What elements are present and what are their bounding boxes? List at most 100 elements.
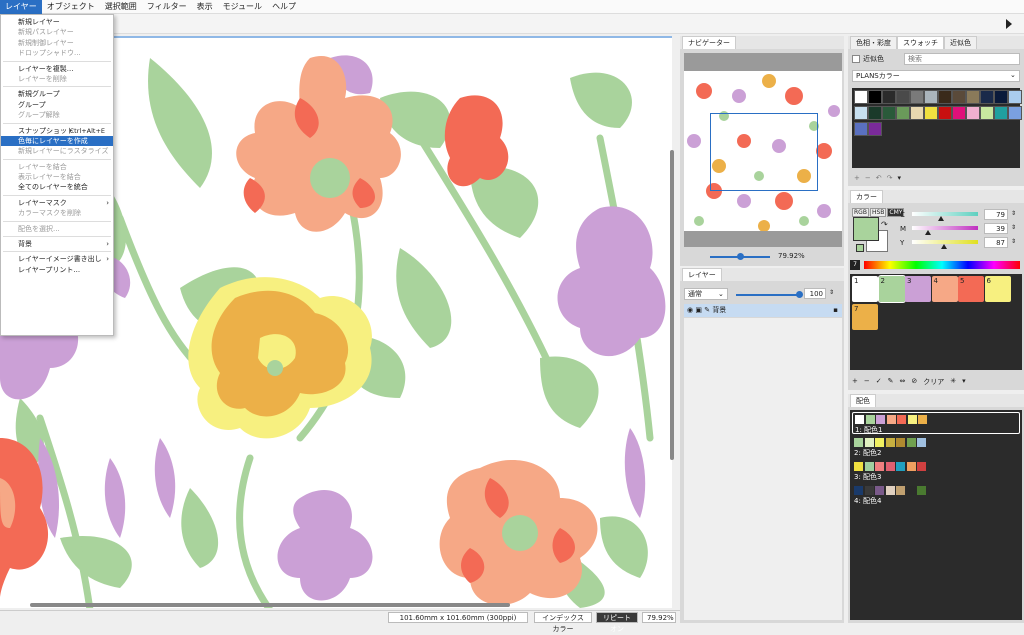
color-table-cell[interactable]: 2: [877, 275, 906, 303]
layers-tab[interactable]: レイヤー: [682, 268, 722, 281]
swatch[interactable]: [868, 122, 882, 136]
menu-item[interactable]: レイヤーを結合: [1, 162, 113, 172]
viewport-frame[interactable]: [710, 113, 818, 191]
color-table-cell[interactable]: 4: [931, 276, 958, 302]
eye-icon[interactable]: ◉: [687, 306, 693, 314]
swatch[interactable]: [1008, 106, 1022, 120]
stepper-icon[interactable]: ⇕: [1011, 224, 1016, 231]
color-table-cell[interactable]: 3: [905, 276, 931, 302]
vertical-scrollbar[interactable]: [670, 150, 674, 460]
swatch[interactable]: [994, 90, 1008, 104]
swatch[interactable]: [966, 106, 980, 120]
opacity-slider-thumb[interactable]: [796, 291, 803, 298]
menu-item[interactable]: 色毎にレイヤーを作成: [1, 135, 113, 147]
layer-row[interactable]: ◉ ▣ ✎ 背景 ▪: [684, 304, 842, 317]
channel-slider[interactable]: [912, 212, 978, 216]
channel-value[interactable]: 79: [984, 209, 1008, 220]
small-color-chip[interactable]: [856, 244, 864, 252]
menu-item[interactable]: レイヤーイメージ書き出し ›: [1, 254, 113, 264]
horizontal-scrollbar[interactable]: [30, 603, 510, 607]
menu-item[interactable]: スナップショット Ctrl+Alt+E: [1, 126, 113, 136]
menu-item[interactable]: 全てのレイヤーを統合: [1, 182, 113, 192]
zoom-slider-thumb[interactable]: [737, 253, 744, 260]
swatch[interactable]: [882, 90, 896, 104]
scheme-row[interactable]: 1: 配色1: [852, 412, 1020, 434]
swatch[interactable]: [854, 90, 868, 104]
menu-item[interactable]: ドロップシャドウ...: [1, 48, 113, 58]
swatch[interactable]: [868, 90, 882, 104]
opacity-input[interactable]: 100: [804, 288, 826, 299]
swatch[interactable]: [896, 106, 910, 120]
scheme-row[interactable]: 2: 配色2: [852, 436, 1020, 458]
swatch[interactable]: [854, 122, 868, 136]
swatch[interactable]: [868, 106, 882, 120]
swatch[interactable]: [980, 106, 994, 120]
menu-0[interactable]: レイヤー: [0, 0, 42, 14]
menu-item[interactable]: カラーマスクを削除: [1, 208, 113, 218]
stepper-icon[interactable]: ⇕: [1011, 210, 1016, 217]
check-icon[interactable]: ✓: [876, 377, 882, 387]
menu-item[interactable]: 配色を選択...: [1, 224, 113, 234]
menu-item[interactable]: レイヤープリント...: [1, 265, 113, 275]
menu-arrow-icon[interactable]: ▾: [962, 377, 966, 387]
hue-spectrum[interactable]: [864, 261, 1020, 269]
opacity-slider[interactable]: [736, 294, 800, 296]
swatch[interactable]: [854, 106, 868, 120]
approx-color-checkbox[interactable]: [852, 55, 860, 63]
menu-item[interactable]: レイヤーを削除: [1, 74, 113, 84]
swatch[interactable]: [966, 90, 980, 104]
layer-lock-icon[interactable]: ▣: [695, 306, 702, 314]
swatch[interactable]: [938, 90, 952, 104]
block-icon[interactable]: ⊘: [911, 377, 917, 387]
channel-value[interactable]: 39: [984, 223, 1008, 234]
swatch[interactable]: [910, 106, 924, 120]
swatch[interactable]: [910, 90, 924, 104]
menu-item[interactable]: 背景 ›: [1, 239, 113, 249]
pencil-icon[interactable]: ✎: [888, 377, 894, 387]
swatch[interactable]: [896, 90, 910, 104]
menu-5[interactable]: モジュール: [218, 0, 267, 14]
menu-item[interactable]: 表示レイヤーを結合: [1, 172, 113, 182]
color-mode-0[interactable]: RGB: [852, 208, 869, 217]
color-tab[interactable]: カラー: [850, 190, 883, 203]
color-table-cell[interactable]: 7: [852, 304, 878, 330]
add-icon[interactable]: +: [854, 174, 865, 182]
foreground-color-swatch[interactable]: [853, 217, 879, 241]
redo-icon[interactable]: ↷: [887, 174, 898, 182]
menu-2[interactable]: 選択範囲: [100, 0, 142, 14]
menu-item[interactable]: レイヤーを複製...: [1, 64, 113, 74]
play-icon[interactable]: [1006, 19, 1012, 29]
remove-icon[interactable]: −: [864, 377, 870, 387]
swatch[interactable]: [994, 106, 1008, 120]
stepper-icon[interactable]: ⇕: [1011, 238, 1016, 245]
swatch[interactable]: [1008, 90, 1022, 104]
swatch[interactable]: [952, 106, 966, 120]
swap-icon[interactable]: ↷: [881, 220, 888, 229]
swatch[interactable]: [924, 90, 938, 104]
swap-icon[interactable]: ⇔: [900, 377, 906, 387]
navigator-tab[interactable]: ナビゲーター: [682, 36, 736, 49]
swatch-tab-1[interactable]: スウォッチ: [897, 36, 944, 49]
scheme-row[interactable]: 4: 配色4: [852, 484, 1020, 506]
color-table-cell[interactable]: 6: [984, 276, 1011, 302]
menu-item[interactable]: 新規レイヤーにラスタライズ: [1, 146, 113, 156]
remove-icon[interactable]: −: [865, 174, 876, 182]
channel-slider-thumb[interactable]: [940, 244, 947, 249]
menu-1[interactable]: オブジェクト: [42, 0, 100, 14]
color-table-cell[interactable]: 1: [852, 276, 878, 302]
menu-item[interactable]: 新規制御レイヤー: [1, 38, 113, 48]
swatch[interactable]: [924, 106, 938, 120]
swatch[interactable]: [882, 106, 896, 120]
channel-slider-thumb[interactable]: [924, 230, 931, 235]
swatch-tab-2[interactable]: 近似色: [944, 36, 977, 49]
search-input[interactable]: [904, 53, 1020, 65]
scheme-row[interactable]: 3: 配色3: [852, 460, 1020, 482]
stepper-icon[interactable]: ⇕: [829, 289, 834, 296]
repeat-toggle[interactable]: リピートオン: [596, 612, 638, 633]
menu-4[interactable]: 表示: [192, 0, 218, 14]
swatch-tab-0[interactable]: 色相・彩度: [850, 36, 897, 49]
menu-item[interactable]: 新規グループ: [1, 89, 113, 99]
channel-slider[interactable]: [912, 226, 978, 230]
menu-item[interactable]: 新規パスレイヤー: [1, 27, 113, 37]
menu-item[interactable]: グループ: [1, 100, 113, 110]
